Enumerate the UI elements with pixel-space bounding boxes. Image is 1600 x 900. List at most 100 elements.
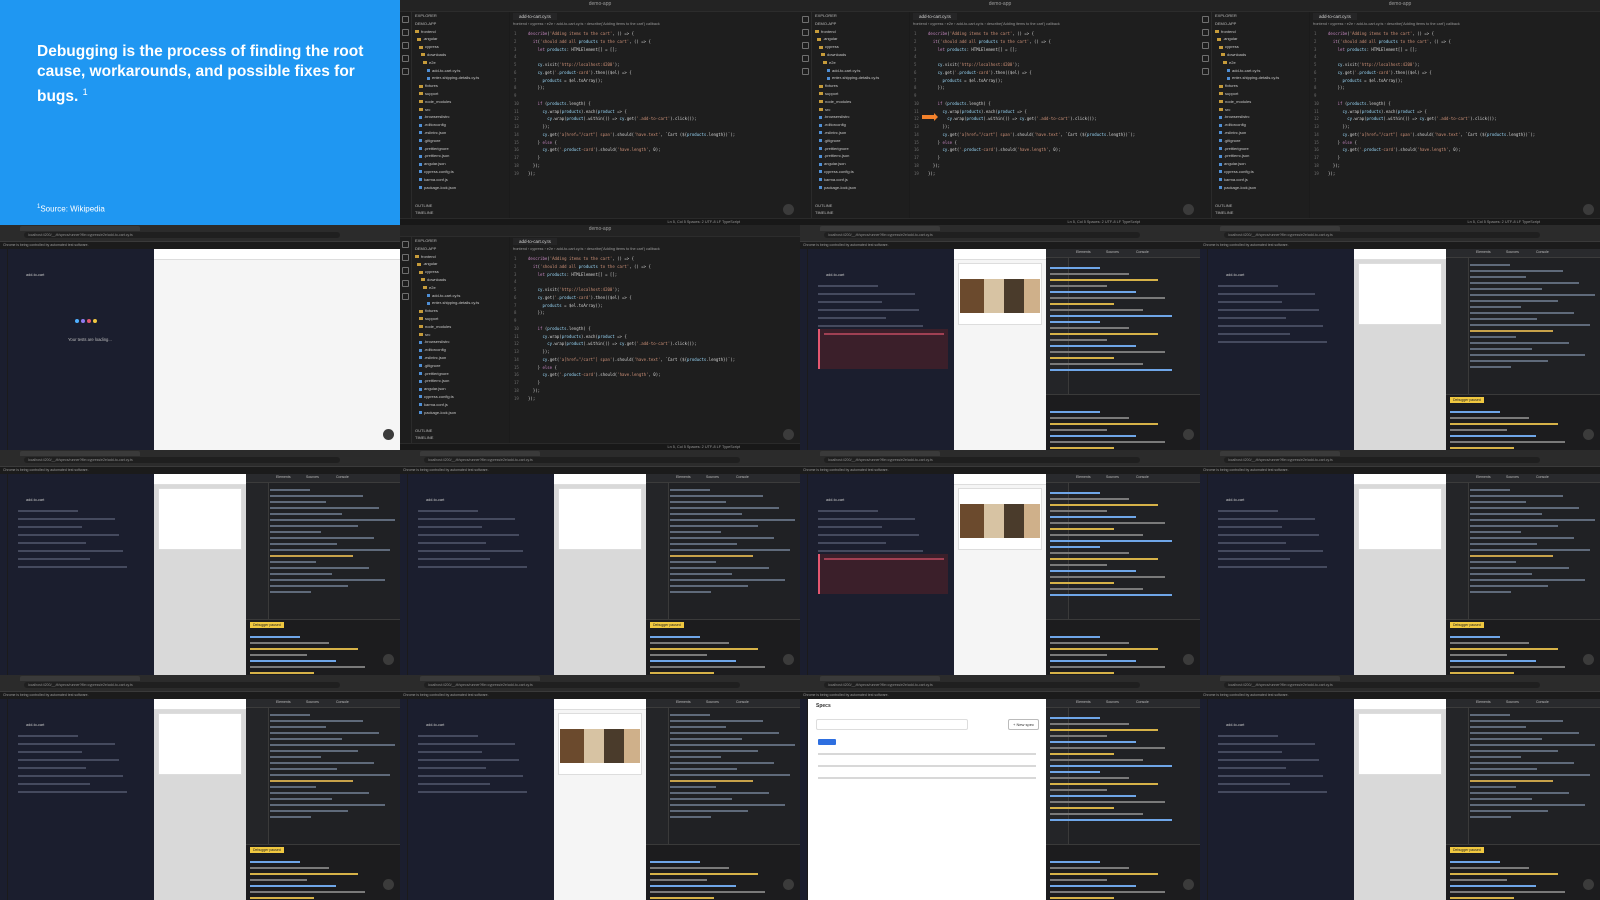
command-log-line[interactable] xyxy=(18,783,90,785)
explorer-item[interactable]: e2e xyxy=(415,284,509,292)
files-icon[interactable] xyxy=(402,16,409,23)
browser-tab[interactable] xyxy=(20,226,140,231)
explorer-item[interactable]: .gitignore xyxy=(1215,137,1309,145)
command-log-line[interactable] xyxy=(18,542,86,544)
explorer-item[interactable]: .editorconfig xyxy=(1215,121,1309,129)
explorer-item[interactable]: cypress xyxy=(815,43,909,51)
command-log-line[interactable] xyxy=(1218,317,1286,319)
command-log-line[interactable] xyxy=(1218,767,1286,769)
address-bar[interactable]: localhost:4200/__/#/specs/runner?file=cy… xyxy=(424,457,740,463)
app-preview[interactable] xyxy=(954,249,1046,450)
browser-tab[interactable] xyxy=(820,676,940,681)
command-log-line[interactable] xyxy=(18,518,115,520)
explorer-item[interactable]: .eslintrc.json xyxy=(815,129,909,137)
browser-tab[interactable] xyxy=(820,226,940,231)
explorer-item[interactable]: fixtures xyxy=(415,307,509,315)
command-log-line[interactable] xyxy=(818,309,919,311)
explorer-item[interactable]: .browserslistrc xyxy=(415,113,509,121)
address-bar[interactable]: localhost:4200/__/#/specs/runner?file=cy… xyxy=(1224,682,1540,688)
devtools-tabs[interactable]: Elements Sources Console xyxy=(1446,474,1600,483)
explorer-item[interactable]: support xyxy=(815,90,909,98)
explorer-item[interactable]: .angular xyxy=(415,35,509,43)
new-spec-button[interactable]: + New spec xyxy=(1008,719,1040,730)
command-log-line[interactable] xyxy=(418,534,519,536)
explorer-item[interactable]: package-lock.json xyxy=(415,184,509,192)
explorer-item[interactable]: downloads xyxy=(1215,51,1309,59)
command-log-line[interactable] xyxy=(18,510,78,512)
explorer-item[interactable]: frontend xyxy=(815,28,909,36)
explorer-item[interactable]: .browserslistrc xyxy=(815,113,909,121)
devtools-tabs[interactable]: Elements Sources Console xyxy=(246,474,400,483)
devtools-tabs[interactable]: Elements Sources Console xyxy=(1446,699,1600,708)
app-preview[interactable] xyxy=(954,474,1046,675)
command-log-line[interactable] xyxy=(1218,333,1290,335)
editor-tab[interactable]: add-to-cart.cy.ts xyxy=(1313,13,1357,20)
explorer-item[interactable]: .prettierrc.json xyxy=(815,152,909,160)
command-log-line[interactable] xyxy=(18,526,82,528)
command-log-line[interactable] xyxy=(418,518,515,520)
timeline-section[interactable]: TIMELINE xyxy=(415,434,433,442)
command-log-line[interactable] xyxy=(818,550,923,552)
address-bar[interactable]: localhost:4200/__/#/specs/runner?file=cy… xyxy=(824,682,1140,688)
command-log-line[interactable] xyxy=(1218,285,1278,287)
explorer-item[interactable]: .gitignore xyxy=(415,137,509,145)
copilot-icon[interactable] xyxy=(1183,204,1194,215)
devtools-tabs[interactable]: Elements Sources Console xyxy=(246,699,400,708)
explorer-item[interactable]: downloads xyxy=(815,51,909,59)
extensions-icon[interactable] xyxy=(402,293,409,300)
command-log-line[interactable] xyxy=(1218,534,1319,536)
explorer-item[interactable]: .angular xyxy=(415,260,509,268)
explorer-item[interactable]: cypress.config.ts xyxy=(415,168,509,176)
app-preview[interactable] xyxy=(554,699,646,900)
command-log-line[interactable] xyxy=(818,285,878,287)
explorer-item[interactable]: karma.conf.js xyxy=(415,401,509,409)
filter-pill[interactable] xyxy=(818,739,836,745)
debug-icon[interactable] xyxy=(402,55,409,62)
command-log-line[interactable] xyxy=(818,526,882,528)
project-name[interactable]: DEMO-APP xyxy=(415,20,509,28)
address-bar[interactable]: localhost:4200/__/#/specs/runner?file=cy… xyxy=(24,457,340,463)
command-log-line[interactable] xyxy=(18,791,127,793)
explorer-item[interactable]: node_modules xyxy=(415,323,509,331)
app-preview[interactable] xyxy=(1354,474,1446,675)
command-log-line[interactable] xyxy=(1218,325,1323,327)
editor-tab[interactable]: add-to-cart.cy.ts xyxy=(513,238,557,245)
browser-tab[interactable] xyxy=(820,451,940,456)
explorer-item[interactable]: support xyxy=(1215,90,1309,98)
command-log-line[interactable] xyxy=(418,767,486,769)
explorer-item[interactable]: downloads xyxy=(415,276,509,284)
command-log-line[interactable] xyxy=(18,743,115,745)
project-name[interactable]: DEMO-APP xyxy=(815,20,909,28)
explorer-item[interactable]: node_modules xyxy=(1215,98,1309,106)
app-preview[interactable] xyxy=(1354,249,1446,450)
command-log-line[interactable] xyxy=(818,325,923,327)
address-bar[interactable]: localhost:4200/__/#/specs/runner?file=cy… xyxy=(1224,457,1540,463)
explorer-item[interactable]: cypress xyxy=(1215,43,1309,51)
command-log-line[interactable] xyxy=(418,526,482,528)
explorer-item[interactable]: downloads xyxy=(415,51,509,59)
explorer-item[interactable]: cypress.config.ts xyxy=(1215,168,1309,176)
browser-tab[interactable] xyxy=(420,451,540,456)
explorer-item[interactable]: frontend xyxy=(415,253,509,261)
search-icon[interactable] xyxy=(1202,29,1209,36)
command-log-line[interactable] xyxy=(1218,293,1315,295)
copilot-icon[interactable] xyxy=(1183,429,1194,440)
command-log-line[interactable] xyxy=(18,775,123,777)
explorer-item[interactable]: cypress.config.ts xyxy=(415,393,509,401)
command-log-line[interactable] xyxy=(418,542,486,544)
editor-tab[interactable]: add-to-cart.cy.ts xyxy=(513,13,557,20)
timeline-section[interactable]: TIMELINE xyxy=(815,209,833,217)
command-log-line[interactable] xyxy=(1218,518,1315,520)
devtools-tabs[interactable]: Elements Sources Console xyxy=(1046,249,1200,258)
command-log-line[interactable] xyxy=(1218,751,1282,753)
copilot-icon[interactable] xyxy=(383,429,394,440)
command-log-line[interactable] xyxy=(418,550,523,552)
editor-tab[interactable]: add-to-cart.cy.ts xyxy=(913,13,957,20)
explorer-item[interactable]: .gitignore xyxy=(815,137,909,145)
explorer-item[interactable]: src xyxy=(1215,106,1309,114)
command-log-line[interactable] xyxy=(1218,759,1319,761)
cypress-sidebar[interactable] xyxy=(0,249,7,450)
browser-tab[interactable] xyxy=(20,451,140,456)
app-preview[interactable] xyxy=(154,249,400,450)
command-log-line[interactable] xyxy=(1218,341,1327,343)
